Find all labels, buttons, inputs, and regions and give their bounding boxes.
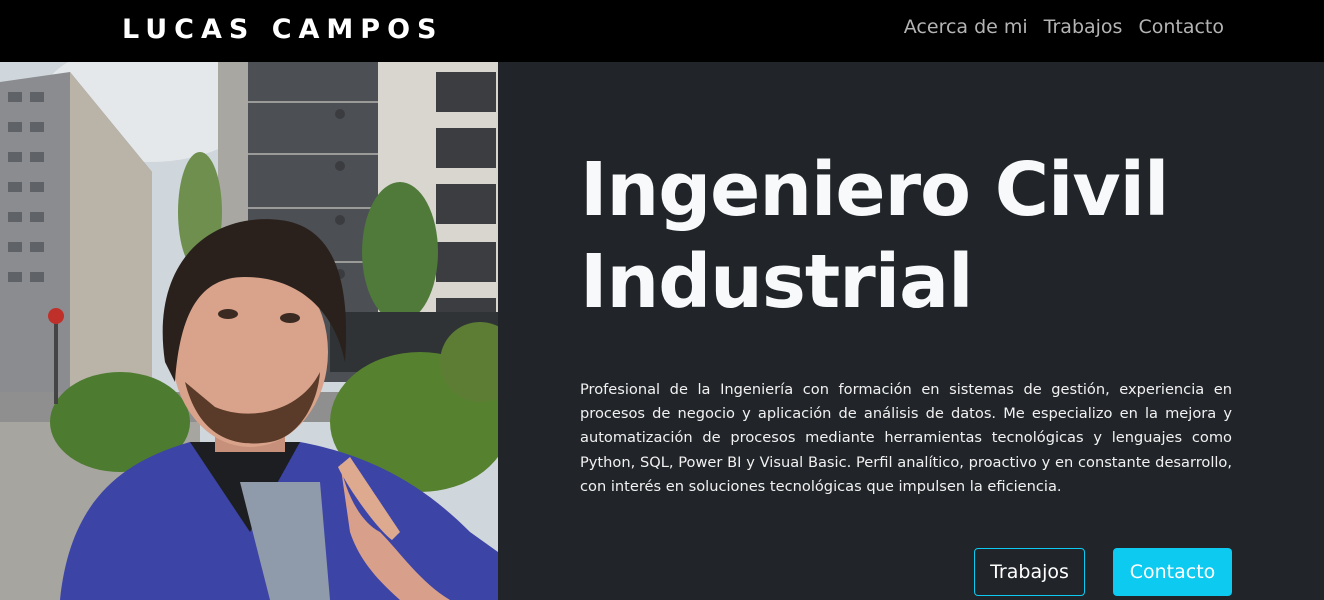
hero-section: Ingeniero Civil Industrial Profesional d… xyxy=(498,62,1324,600)
contact-button[interactable]: Contacto xyxy=(1113,548,1232,596)
works-button[interactable]: Trabajos xyxy=(974,548,1085,596)
nav-link-contact[interactable]: Contacto xyxy=(1138,16,1224,38)
hero-description: Profesional de la Ingeniería con formaci… xyxy=(580,381,1232,495)
profile-photo xyxy=(0,62,498,600)
hero-title-line2: Industrial xyxy=(580,239,973,325)
nav-link-about[interactable]: Acerca de mi xyxy=(904,16,1028,38)
nav-links: Acerca de mi Trabajos Contacto xyxy=(904,16,1224,38)
hero-title: Ingeniero Civil Industrial xyxy=(580,144,1280,328)
brand-logo[interactable]: LUCAS CAMPOS xyxy=(122,14,444,45)
navbar: LUCAS CAMPOS Acerca de mi Trabajos Conta… xyxy=(0,0,1324,62)
nav-link-works[interactable]: Trabajos xyxy=(1044,16,1123,38)
hero-title-line1: Ingeniero Civil xyxy=(580,147,1169,233)
